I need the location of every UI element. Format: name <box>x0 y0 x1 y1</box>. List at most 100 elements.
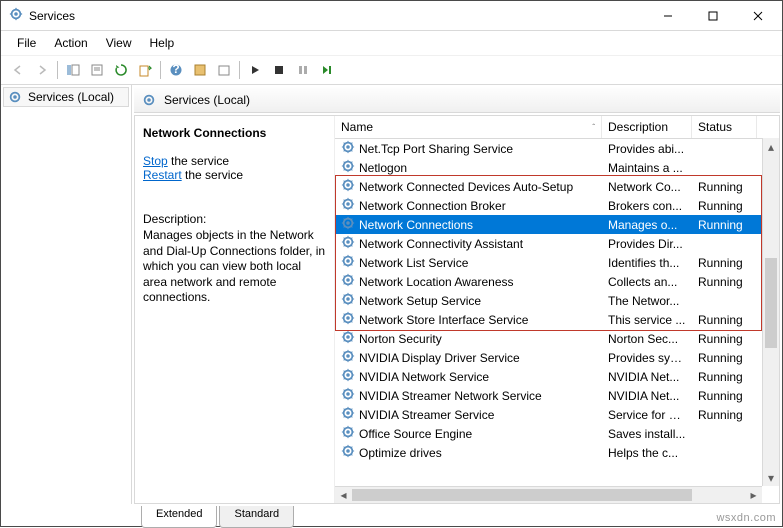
service-status-cell: Running <box>692 275 757 289</box>
service-row[interactable]: Network Setup ServiceThe Networ... <box>335 291 779 310</box>
service-name-cell: NVIDIA Streamer Service <box>335 406 602 423</box>
gear-icon <box>341 216 355 233</box>
service-row[interactable]: Network Location AwarenessCollects an...… <box>335 272 779 291</box>
vertical-scrollbar[interactable]: ▴ ▾ <box>762 138 779 486</box>
service-row[interactable]: Network Connectivity AssistantProvides D… <box>335 234 779 253</box>
list-body[interactable]: Net.Tcp Port Sharing ServiceProvides abi… <box>335 139 779 503</box>
service-row[interactable]: Net.Tcp Port Sharing ServiceProvides abi… <box>335 139 779 158</box>
service-status-cell: Running <box>692 313 757 327</box>
gear-icon <box>341 311 355 328</box>
close-button[interactable] <box>735 1 780 30</box>
toolbar-separator <box>239 61 240 79</box>
service-row[interactable]: Optimize drivesHelps the c... <box>335 443 779 462</box>
column-name[interactable]: Nameˆ <box>335 116 602 138</box>
scroll-down-arrow[interactable]: ▾ <box>763 469 779 486</box>
restart-service-button[interactable] <box>316 59 338 81</box>
gear-icon <box>341 292 355 309</box>
service-name-cell: Network Connections <box>335 216 602 233</box>
toolbar-extra2-button[interactable] <box>213 59 235 81</box>
forward-button[interactable] <box>31 59 53 81</box>
stop-service-button[interactable] <box>268 59 290 81</box>
watermark: wsxdn.com <box>716 512 776 524</box>
window-title: Services <box>29 9 645 23</box>
column-status[interactable]: Status <box>692 116 757 138</box>
service-name-cell: Optimize drives <box>335 444 602 461</box>
description-text: Manages objects in the Network and Dial-… <box>143 228 326 306</box>
service-row[interactable]: NetlogonMaintains a ... <box>335 158 779 177</box>
detail-pane: Network Connections Stop the service Res… <box>135 116 335 503</box>
toolbar-separator <box>57 61 58 79</box>
scroll-up-arrow[interactable]: ▴ <box>763 138 779 155</box>
service-status-cell: Running <box>692 180 757 194</box>
toolbar-extra-button[interactable] <box>189 59 211 81</box>
service-status-cell: Running <box>692 256 757 270</box>
pause-service-button[interactable] <box>292 59 314 81</box>
gear-icon <box>341 273 355 290</box>
properties-button[interactable] <box>86 59 108 81</box>
service-desc-cell: The Networ... <box>602 294 692 308</box>
service-desc-cell: Identifies th... <box>602 256 692 270</box>
scroll-thumb[interactable] <box>765 258 777 348</box>
service-name-cell: Network Connected Devices Auto-Setup <box>335 178 602 195</box>
menu-file[interactable]: File <box>9 33 44 53</box>
scroll-right-arrow[interactable]: ▸ <box>745 487 762 503</box>
column-description[interactable]: Description <box>602 116 692 138</box>
service-name-cell: NVIDIA Streamer Network Service <box>335 387 602 404</box>
service-row[interactable]: Network Connected Devices Auto-SetupNetw… <box>335 177 779 196</box>
service-status-cell: Running <box>692 408 757 422</box>
service-row[interactable]: Network ConnectionsManages o...Running <box>335 215 779 234</box>
horizontal-scrollbar[interactable]: ◂ ▸ <box>335 486 762 503</box>
service-desc-cell: Service for S... <box>602 408 692 422</box>
service-name-cell: NVIDIA Display Driver Service <box>335 349 602 366</box>
scroll-thumb[interactable] <box>352 489 692 501</box>
service-row[interactable]: Network List ServiceIdentifies th...Runn… <box>335 253 779 272</box>
gear-icon <box>341 349 355 366</box>
service-desc-cell: Manages o... <box>602 218 692 232</box>
gear-icon <box>341 178 355 195</box>
help-button[interactable]: ? <box>165 59 187 81</box>
start-service-button[interactable] <box>244 59 266 81</box>
gear-icon <box>341 406 355 423</box>
service-row[interactable]: Norton SecurityNorton Sec...Running <box>335 329 779 348</box>
export-list-button[interactable] <box>134 59 156 81</box>
service-row[interactable]: Network Store Interface ServiceThis serv… <box>335 310 779 329</box>
restart-service-link[interactable]: Restart <box>143 168 182 182</box>
service-name-cell: Net.Tcp Port Sharing Service <box>335 140 602 157</box>
tab-extended[interactable]: Extended <box>141 506 217 528</box>
service-row[interactable]: NVIDIA Network ServiceNVIDIA Net...Runni… <box>335 367 779 386</box>
service-row[interactable]: Network Connection BrokerBrokers con...R… <box>335 196 779 215</box>
service-name-cell: Network List Service <box>335 254 602 271</box>
services-app-icon <box>9 7 23 24</box>
menu-action[interactable]: Action <box>46 33 95 53</box>
service-status-cell: Running <box>692 218 757 232</box>
right-body: Network Connections Stop the service Res… <box>134 115 780 504</box>
service-status-cell: Running <box>692 370 757 384</box>
menu-view[interactable]: View <box>98 33 140 53</box>
menu-help[interactable]: Help <box>142 33 183 53</box>
tree-node-label: Services (Local) <box>28 90 114 104</box>
maximize-button[interactable] <box>690 1 735 30</box>
service-desc-cell: This service ... <box>602 313 692 327</box>
service-desc-cell: Provides sys... <box>602 351 692 365</box>
stop-service-link[interactable]: Stop <box>143 154 168 168</box>
tab-standard[interactable]: Standard <box>219 506 294 528</box>
tree-node-services-local[interactable]: Services (Local) <box>3 87 129 107</box>
back-button[interactable] <box>7 59 29 81</box>
stop-suffix: the service <box>168 154 229 168</box>
restart-suffix: the service <box>182 168 243 182</box>
refresh-button[interactable] <box>110 59 132 81</box>
restart-service-line: Restart the service <box>143 168 326 182</box>
service-name-cell: Network Connection Broker <box>335 197 602 214</box>
service-row[interactable]: NVIDIA Streamer Network ServiceNVIDIA Ne… <box>335 386 779 405</box>
service-name-cell: Netlogon <box>335 159 602 176</box>
scroll-left-arrow[interactable]: ◂ <box>335 487 352 503</box>
service-status-cell: Running <box>692 332 757 346</box>
minimize-button[interactable] <box>645 1 690 30</box>
show-hide-tree-button[interactable] <box>62 59 84 81</box>
service-row[interactable]: NVIDIA Display Driver ServiceProvides sy… <box>335 348 779 367</box>
service-desc-cell: Collects an... <box>602 275 692 289</box>
service-row[interactable]: NVIDIA Streamer ServiceService for S...R… <box>335 405 779 424</box>
list-header: Nameˆ Description Status <box>335 116 779 139</box>
stop-service-line: Stop the service <box>143 154 326 168</box>
service-row[interactable]: Office Source EngineSaves install... <box>335 424 779 443</box>
